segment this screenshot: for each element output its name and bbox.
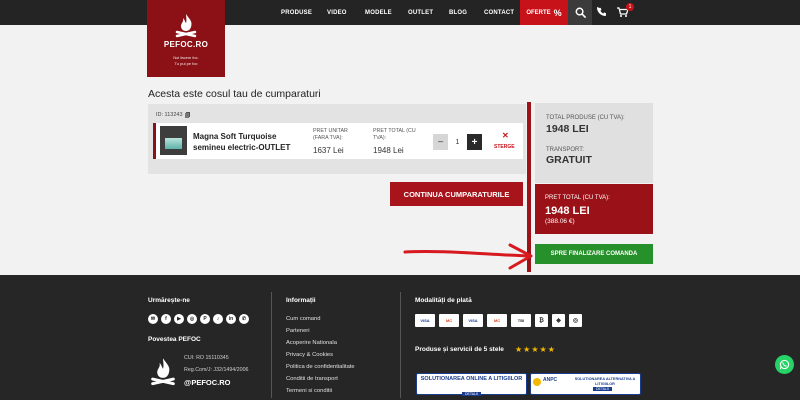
- continue-shopping-button[interactable]: CONTINUA CUMPARATURILE: [390, 182, 523, 206]
- tbi-icon: TBI: [511, 314, 531, 327]
- nav-oferte[interactable]: OFERTE%: [520, 0, 568, 25]
- nav-video[interactable]: VIDEO: [327, 0, 347, 25]
- cui-text: CUI: RO 15110345: [184, 355, 229, 361]
- logo-slogan: Noi facem foc. Tu pui pe foc: [173, 55, 199, 66]
- total-price-value: 1948 Lei: [373, 146, 404, 155]
- mastercard-icon: MC: [487, 314, 507, 327]
- social-links: ✉ f ▶ ◎ P ♪ in ✆: [148, 314, 249, 324]
- transport-value: GRATUIT: [546, 154, 592, 166]
- sol-badge[interactable]: SOLUTIONAREA ONLINE A LITIGIILOR DETALII: [416, 373, 527, 396]
- quantity-decrease-button[interactable]: −: [433, 134, 448, 150]
- whatsapp-icon: [779, 359, 790, 370]
- youtube-icon[interactable]: ▶: [174, 314, 184, 324]
- footer-link-cum-comand[interactable]: Cum comand: [286, 316, 320, 322]
- quantity-input[interactable]: 1: [448, 134, 467, 150]
- footer-link-privacy[interactable]: Privacy & Cookies: [286, 352, 333, 358]
- product-name[interactable]: Magna Soft Turquoise semineu electric-OU…: [193, 131, 303, 153]
- payment-title: Modalități de plată: [415, 297, 472, 304]
- site-logo[interactable]: PEFOC.RO Noi facem foc. Tu pui pe foc: [147, 0, 225, 77]
- percent-icon: %: [553, 7, 562, 18]
- unit-price-label: PRET UNITAR (FARA TVA):: [313, 128, 348, 141]
- crypto-icon: ◎: [569, 314, 582, 327]
- rating-title: Produse și servicii de 5 stele: [415, 346, 504, 353]
- pinterest-icon[interactable]: P: [200, 314, 210, 324]
- copy-icon[interactable]: [184, 112, 190, 118]
- whatsapp-small-icon[interactable]: ✆: [239, 314, 249, 324]
- footer-divider: [400, 292, 401, 398]
- delete-button[interactable]: STERGE: [494, 144, 515, 150]
- footer-link-transport[interactable]: Conditii de transport: [286, 376, 338, 382]
- grand-total-value: 1948 LEI: [545, 205, 590, 217]
- footer-campfire-icon: [151, 358, 175, 386]
- grand-total-panel: PRET TOTAL (CU TVA): 1948 LEI (388.06 €): [535, 184, 653, 234]
- total-products-value: 1948 LEI: [546, 123, 589, 135]
- footer-link-termeni[interactable]: Termeni si conditii: [286, 388, 332, 394]
- search-button[interactable]: [568, 0, 592, 25]
- bitcoin-icon: ₿: [535, 314, 548, 327]
- checkout-button[interactable]: SPRE FINALIZARE COMANDA: [535, 244, 653, 264]
- info-title: Informații: [286, 297, 316, 304]
- visa-icon: VISA: [463, 314, 483, 327]
- page-title: Acesta este cosul tau de cumparaturi: [148, 88, 321, 100]
- ethereum-icon: ◆: [552, 314, 565, 327]
- search-icon: [575, 7, 586, 18]
- cart-count-badge: 1: [626, 3, 634, 11]
- nav-produse[interactable]: PRODUSE: [281, 0, 312, 25]
- campfire-logo-icon: [175, 14, 197, 38]
- nav-outlet[interactable]: OUTLET: [408, 0, 433, 25]
- regcom-text: Reg.Com/J: J32/1494/2006: [184, 367, 249, 373]
- grand-total-eur: (388.06 €): [545, 218, 575, 225]
- story-title: Povestea PEFOC: [148, 336, 201, 343]
- footer-link-acoperire[interactable]: Acoperire Nationala: [286, 340, 337, 346]
- footer-link-politica[interactable]: Politica de confidentialitate: [286, 364, 355, 370]
- delete-icon[interactable]: ✕: [502, 131, 509, 140]
- rating-stars: ★★★★★: [515, 345, 556, 354]
- footer-brand: @PEFOC.RO: [184, 378, 231, 387]
- logo-brand: PEFOC.RO: [163, 40, 209, 49]
- nav-contact[interactable]: CONTACT: [484, 0, 514, 25]
- product-thumbnail[interactable]: [160, 126, 187, 155]
- anpc-sal-badge[interactable]: ANPC SOLUTIONAREA ALTERNATIVA A LITIGIIL…: [530, 373, 641, 395]
- tiktok-icon[interactable]: ♪: [213, 314, 223, 324]
- phone-icon[interactable]: [597, 7, 607, 17]
- cart-id: ID: 113243: [156, 112, 190, 118]
- total-products-label: TOTAL PRODUSE (CU TVA):: [546, 115, 625, 121]
- grand-total-label: PRET TOTAL (CU TVA):: [545, 195, 610, 201]
- unit-price-value: 1637 Lei: [313, 146, 344, 155]
- mastercard-icon: MC: [439, 314, 459, 327]
- facebook-icon[interactable]: f: [161, 314, 171, 324]
- anpc-emblem-icon: [533, 378, 541, 386]
- top-navigation-bar: [0, 0, 800, 25]
- email-icon[interactable]: ✉: [148, 314, 158, 324]
- total-price-label: PRET TOTAL (CU TVA):: [373, 128, 416, 141]
- pointer-arrow-annotation: [403, 243, 533, 270]
- footer-link-parteneri[interactable]: Parteneri: [286, 328, 310, 334]
- nav-blog[interactable]: BLOG: [449, 0, 467, 25]
- transport-label: TRANSPORT:: [546, 147, 584, 153]
- quantity-increase-button[interactable]: +: [467, 134, 482, 150]
- linkedin-icon[interactable]: in: [226, 314, 236, 324]
- instagram-icon[interactable]: ◎: [187, 314, 197, 324]
- visa-icon: VISA: [415, 314, 435, 327]
- follow-title: Urmărește-ne: [148, 297, 190, 304]
- footer-divider: [271, 292, 272, 398]
- whatsapp-chat-button[interactable]: [775, 355, 794, 374]
- nav-modele[interactable]: MODELE: [365, 0, 392, 25]
- payment-methods: VISA MC VISA MC TBI ₿ ◆ ◎: [415, 314, 582, 327]
